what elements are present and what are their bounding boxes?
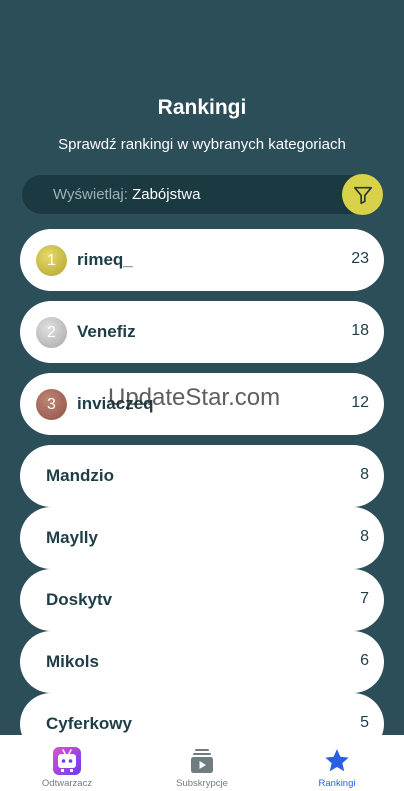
tab-label: Subskrypcje [176, 778, 228, 789]
ranking-row-2[interactable]: 2 Venefiz 18 [20, 301, 384, 363]
filter-text: Wyświetlaj: Zabójstwa [53, 186, 200, 203]
filter-icon [353, 186, 372, 204]
filter-button[interactable] [342, 174, 383, 215]
tab-label: Rankingi [318, 778, 356, 789]
player-score: 18 [351, 322, 369, 339]
ranking-row-1[interactable]: 1 rimeq_ 23 [20, 229, 384, 291]
tab-rankingi[interactable]: Rankingi [270, 735, 404, 791]
player-name: Cyferkowy [46, 714, 132, 733]
player-score: 6 [360, 652, 369, 669]
filter-bar[interactable]: Wyświetlaj: Zabójstwa [22, 175, 382, 214]
player-name: Venefiz [77, 322, 136, 341]
rank-number: 1 [47, 251, 56, 269]
player-name: Mandzio [46, 466, 114, 485]
player-name: Doskytv [46, 590, 113, 609]
player-score: 5 [360, 714, 369, 731]
rank-number: 3 [47, 395, 56, 413]
player-score: 23 [351, 250, 369, 267]
ranking-row-6[interactable]: Doskytv 7 [20, 569, 384, 631]
player-tv-icon [52, 746, 82, 776]
player-score: 8 [360, 528, 369, 545]
ranking-row-5[interactable]: Maylly 8 [20, 507, 384, 569]
silver-medal-icon: 2 [36, 317, 67, 348]
gold-medal-icon: 1 [36, 245, 67, 276]
subscriptions-icon [188, 746, 216, 776]
star-icon [323, 746, 351, 776]
player-name: inviaczeq [77, 394, 154, 413]
tab-odtwarzacz[interactable]: Odtwarzacz [0, 735, 134, 791]
player-score: 12 [351, 394, 369, 411]
rank-number: 2 [47, 323, 56, 341]
ranking-row-3[interactable]: 3 inviaczeq 12 [20, 373, 384, 435]
bottom-tab-bar: Odtwarzacz Subskrypcje Rankingi [0, 735, 404, 791]
filter-value: Zabójstwa [132, 186, 201, 203]
bronze-medal-icon: 3 [36, 389, 67, 420]
ranking-row-7[interactable]: Mikols 6 [20, 631, 384, 693]
player-name: Mikols [46, 652, 99, 671]
ranking-row-4[interactable]: Mandzio 8 [20, 445, 384, 507]
filter-prefix: Wyświetlaj: [53, 186, 128, 203]
tab-subskrypcje[interactable]: Subskrypcje [135, 735, 269, 791]
player-score: 7 [360, 590, 369, 607]
player-name: rimeq_ [77, 250, 133, 269]
player-name: Maylly [46, 528, 98, 547]
page-subtitle: Sprawdź rankingi w wybranych kategoriach [58, 136, 346, 153]
page-title: Rankingi [157, 96, 247, 119]
player-score: 8 [360, 466, 369, 483]
tab-label: Odtwarzacz [41, 778, 93, 789]
